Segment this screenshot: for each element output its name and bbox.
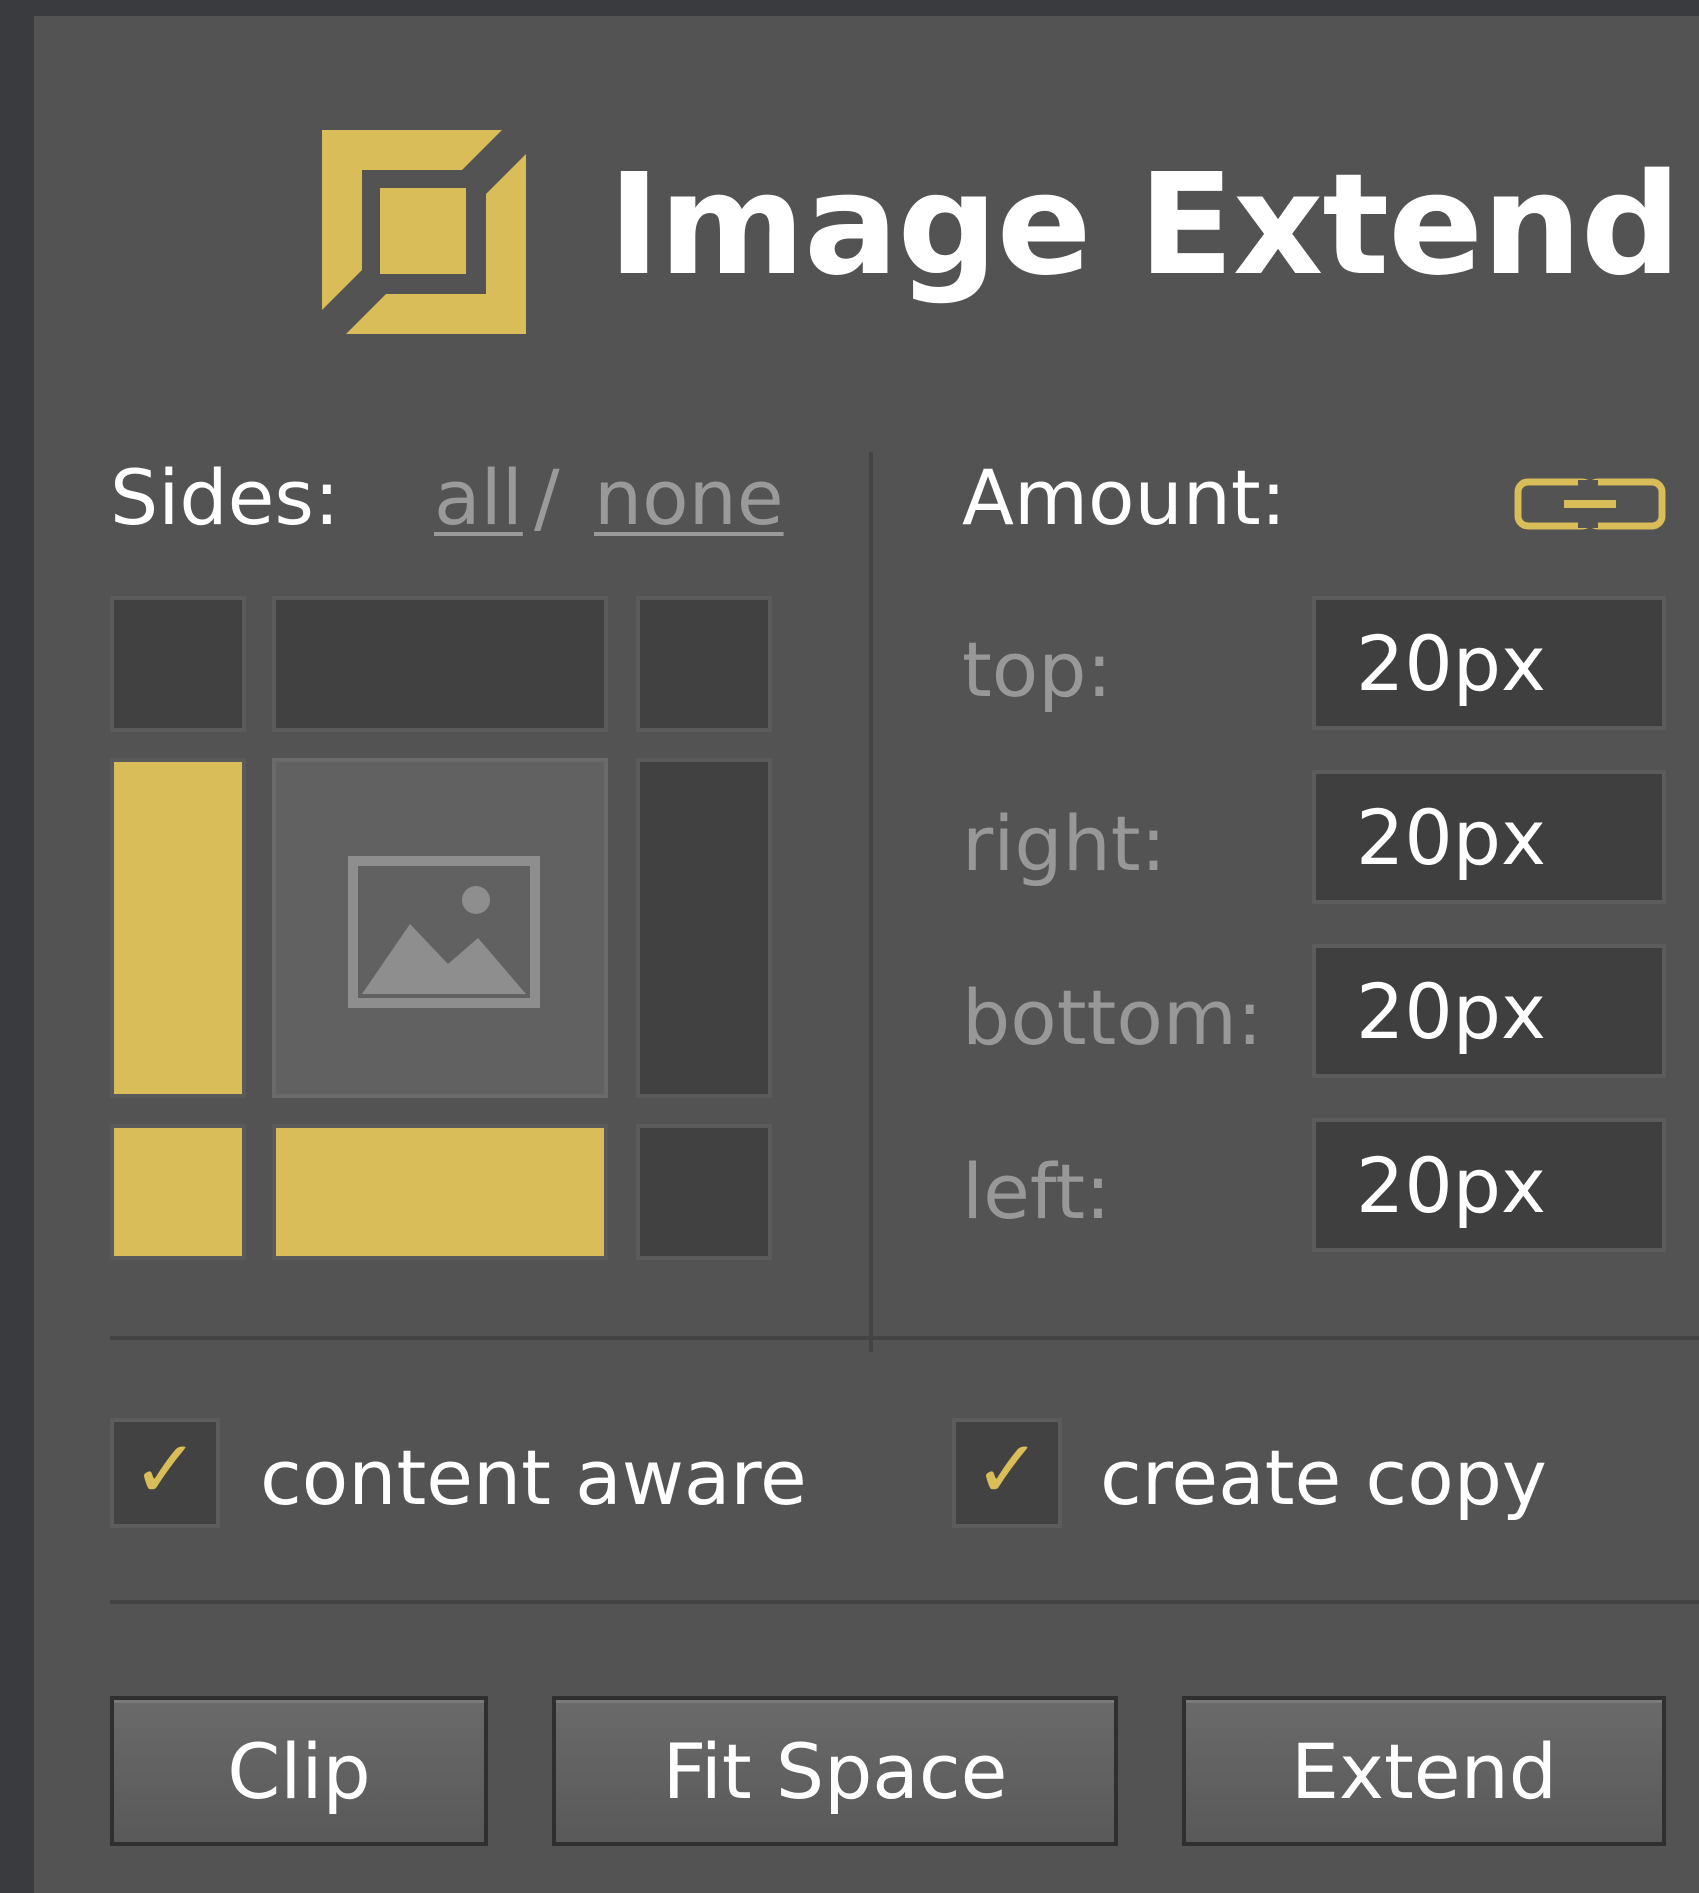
side-top-toggle[interactable] — [272, 596, 608, 732]
left-label: left: — [962, 1147, 1111, 1236]
image-center-cell — [272, 758, 608, 1098]
side-top-right-toggle[interactable] — [636, 596, 772, 732]
fit-space-button[interactable]: Fit Space — [552, 1696, 1118, 1846]
sides-label: Sides: — [110, 453, 340, 542]
link-chain-icon[interactable] — [1514, 476, 1666, 532]
side-bottom-right-toggle[interactable] — [636, 1124, 772, 1260]
link-separator: / — [534, 453, 560, 542]
image-placeholder-icon — [348, 856, 540, 1008]
content-aware-checkbox[interactable]: ✓ — [110, 1418, 220, 1528]
top-amount-input[interactable] — [1312, 596, 1666, 730]
side-bottom-left-toggle[interactable] — [110, 1124, 246, 1260]
create-copy-checkbox[interactable]: ✓ — [952, 1418, 1062, 1528]
panel-header: Image Extend — [34, 16, 1699, 336]
side-top-left-toggle[interactable] — [110, 596, 246, 732]
divider-actions — [110, 1600, 1699, 1604]
side-bottom-toggle[interactable] — [272, 1124, 608, 1260]
select-all-link[interactable]: all — [434, 460, 523, 536]
content-aware-label: content aware — [260, 1433, 807, 1522]
clip-button[interactable]: Clip — [110, 1696, 488, 1846]
top-label: top: — [962, 625, 1113, 714]
create-copy-label: create copy — [1100, 1433, 1547, 1522]
bottom-amount-input[interactable] — [1312, 944, 1666, 1078]
checkmark-icon: ✓ — [974, 1423, 1042, 1516]
extend-button[interactable]: Extend — [1182, 1696, 1666, 1846]
left-amount-input[interactable] — [1312, 1118, 1666, 1252]
frame-extend-icon — [322, 130, 526, 334]
image-extend-panel: Image Extend Sides: all / none Amount: t… — [34, 16, 1699, 1893]
amount-label: Amount: — [962, 453, 1287, 542]
right-label: right: — [962, 799, 1167, 888]
app-title: Image Extend — [608, 144, 1681, 307]
right-amount-input[interactable] — [1312, 770, 1666, 904]
select-none-link[interactable]: none — [594, 460, 784, 536]
side-right-toggle[interactable] — [636, 758, 772, 1098]
side-left-toggle[interactable] — [110, 758, 246, 1098]
checkmark-icon: ✓ — [132, 1423, 200, 1516]
bottom-label: bottom: — [962, 973, 1263, 1062]
vertical-divider — [869, 452, 873, 1352]
divider-options — [110, 1336, 1699, 1340]
